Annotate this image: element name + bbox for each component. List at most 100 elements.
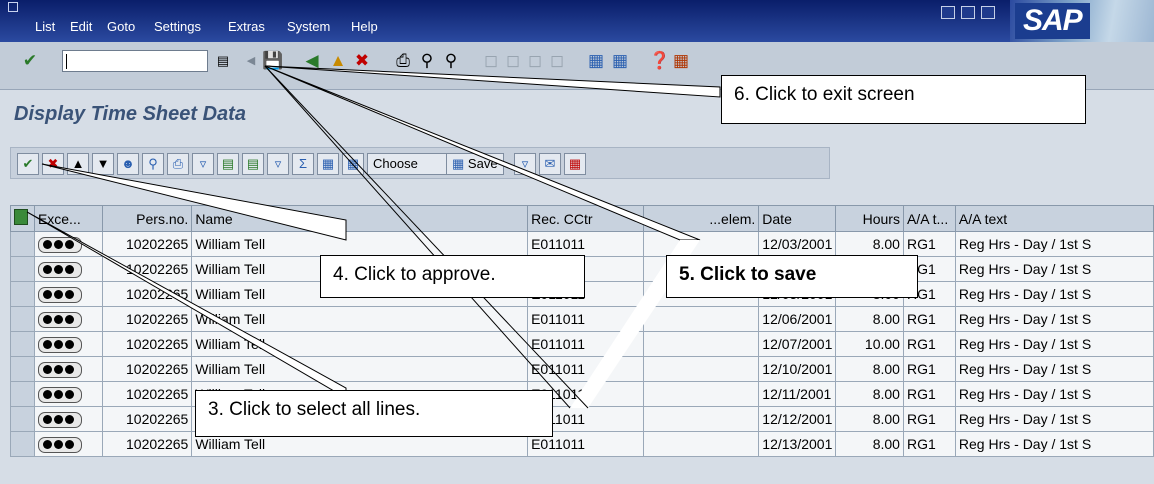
close-window-icon[interactable] [981,6,995,19]
cell-exceptions [33,256,103,282]
menu-list[interactable]: List [35,19,55,34]
find-icon[interactable]: ⚲ [417,51,437,71]
menu-help[interactable]: Help [351,19,378,34]
first-page-icon[interactable]: ◻ [481,51,501,71]
table-row[interactable]: 10202265 William Tell E011011 12/13/2001 8.0… [10,431,1154,457]
next-page-icon[interactable]: ◻ [525,51,545,71]
help-icon[interactable]: ❓ [649,51,670,71]
column-header-aa-text[interactable]: A/A text [954,205,1154,232]
table-row[interactable]: 10202265William TellE01101112/11/20018.0… [10,381,1154,407]
row-selector[interactable] [10,381,35,407]
layout-menu-icon[interactable]: ▦ [671,51,691,71]
menu-extras[interactable]: Extras [228,19,265,34]
change-layout-icon[interactable]: ▦ [342,153,364,175]
shortcut-icon[interactable]: ▦ [610,51,630,71]
cell-hours: 8.00 [835,381,904,407]
command-field[interactable] [62,50,208,72]
create-session-icon[interactable]: ▦ [586,51,606,71]
cell-aa-text: Reg Hrs - Day / 1st S [954,256,1154,282]
sort-descending-icon[interactable]: ▼ [92,153,114,175]
row-selector[interactable] [10,406,35,432]
column-header-exceptions[interactable]: Exce... [33,205,103,232]
row-selector[interactable] [10,231,35,257]
cell-wbs-element [643,406,760,432]
sort-ascending-icon[interactable]: ▲ [67,153,89,175]
row-selector[interactable] [10,331,35,357]
callout-exit: 6. Click to exit screen [721,75,1086,124]
select-block-icon[interactable]: ▤ [217,153,239,175]
column-header-rec-cctr[interactable]: Rec. CCtr [527,205,645,232]
callout-save: 5. Click to save [666,255,918,298]
save-layout-icon: ▦ [452,156,465,171]
cell-date: 12/11/2001 [758,381,837,407]
save-icon[interactable]: 💾 [262,51,283,71]
column-header-pers-no[interactable]: Pers.no. [101,205,193,232]
transfer-icon[interactable]: ▦ [564,153,586,175]
enter-check-icon[interactable]: ✔ [20,51,40,71]
table-row[interactable]: 10202265 William Tell E011011 12/06/2001 8.0… [10,306,1154,332]
column-header-aa-type[interactable]: A/A t... [902,205,956,232]
row-selector[interactable] [10,431,35,457]
deselect-block-icon[interactable]: ▤ [242,153,264,175]
cell-aa-type: RG1 [902,231,956,257]
cell-wbs-element [643,306,760,332]
table-row[interactable]: 10202265 William Tell E011011 12/10/2001 8.0… [10,356,1154,382]
table-row[interactable]: 10202265 William Tell E011011 12/03/2001 8.0… [10,231,1154,257]
cell-date: 12/10/2001 [758,356,837,382]
cell-rec-cctr: E011011 [527,356,645,382]
cell-aa-type: RG1 [902,381,956,407]
reject-icon[interactable]: ✖ [42,153,64,175]
details-icon[interactable]: ☻ [117,153,139,175]
filter-icon[interactable]: ▿ [192,153,214,175]
approve-icon[interactable]: ✔ [17,153,39,175]
row-selector[interactable] [10,281,35,307]
window-menu-icon[interactable] [8,2,18,12]
subtotal-icon[interactable]: ▦ [317,153,339,175]
save-layout-button[interactable]: ▦ Save [446,153,504,175]
callout-approve: 4. Click to approve. [320,255,585,298]
find-next-icon[interactable]: ⚲ [441,51,461,71]
cancel-icon[interactable]: ✖ [352,51,372,71]
sap-logo: SAP [1010,0,1154,42]
back-icon[interactable]: ◀ [302,51,322,71]
total-icon[interactable]: Σ [292,153,314,175]
set-filter-icon[interactable]: ▿ [267,153,289,175]
choose-button[interactable]: Choose [367,153,451,175]
cell-aa-type: RG1 [902,331,956,357]
mail-icon[interactable]: ✉ [539,153,561,175]
column-header-hours[interactable]: Hours [835,205,904,232]
cell-rec-cctr: E011011 [527,331,645,357]
last-page-icon[interactable]: ◻ [547,51,567,71]
command-history-icon[interactable]: ▤ [213,51,233,71]
traffic-light-icon [37,336,82,353]
cell-pers-no: 10202265 [101,331,193,357]
table-row[interactable]: 10202265William TellE01101112/12/20018.0… [10,406,1154,432]
column-header-name[interactable]: Name [191,205,529,232]
print-preview-icon[interactable]: ⎙ [167,153,189,175]
minimize-icon[interactable] [941,6,955,19]
maximize-icon[interactable] [961,6,975,19]
menu-settings[interactable]: Settings [154,19,201,34]
collapse-icon[interactable]: ◀ [241,51,261,71]
column-header-wbs-element[interactable]: ...elem. [643,205,760,232]
cell-wbs-element [643,431,760,457]
exit-icon[interactable]: ▲ [328,51,348,71]
cell-rec-cctr: E011011 [527,306,645,332]
menu-goto[interactable]: Goto [107,19,135,34]
cell-hours: 8.00 [835,431,904,457]
row-selector[interactable] [10,306,35,332]
table-row[interactable]: 10202265 William Tell E011011 12/07/2001 10.… [10,331,1154,357]
search-icon[interactable]: ⚲ [142,153,164,175]
print-icon[interactable]: ⎙ [393,51,413,71]
previous-page-icon[interactable]: ◻ [503,51,523,71]
export-icon[interactable]: ▿ [514,153,536,175]
row-selector[interactable] [10,256,35,282]
column-header-date[interactable]: Date [758,205,837,232]
menu-edit[interactable]: Edit [70,19,92,34]
cell-aa-text: Reg Hrs - Day / 1st S [954,231,1154,257]
cell-aa-type: RG1 [902,406,956,432]
cell-hours: 10.00 [835,331,904,357]
menu-system[interactable]: System [287,19,330,34]
row-selector[interactable] [10,356,35,382]
select-all-button[interactable] [10,205,35,232]
